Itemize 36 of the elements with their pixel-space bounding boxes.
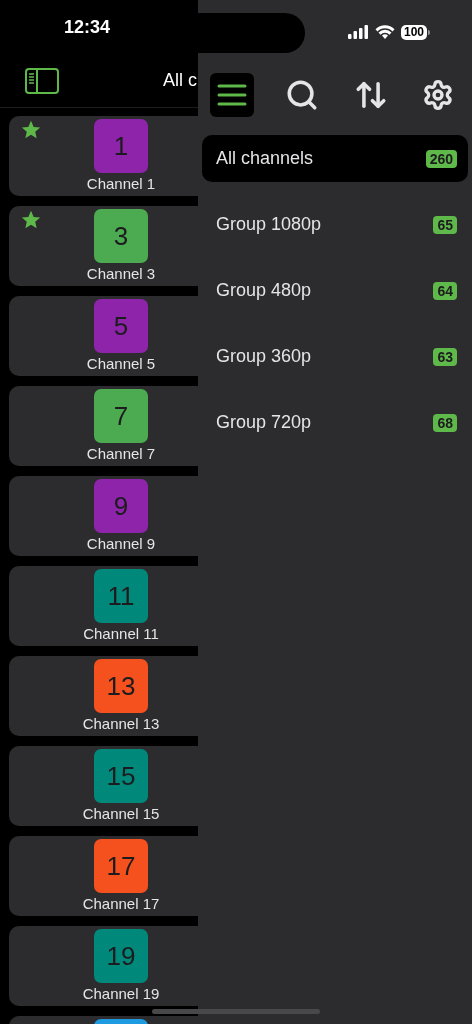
channel-number: 11 <box>107 583 135 609</box>
channel-number: 17 <box>106 853 136 879</box>
settings-icon[interactable] <box>422 79 454 111</box>
channel-number: 15 <box>106 763 136 789</box>
count-badge: 63 <box>433 347 457 366</box>
channel-name: Channel 3 <box>86 264 156 284</box>
sidebar-toggle-icon[interactable] <box>25 67 59 94</box>
channel-number: 13 <box>106 673 136 699</box>
channel-name: Channel 15 <box>82 804 160 824</box>
group-item[interactable]: All channels 260 <box>202 135 468 182</box>
channel-name: Channel 7 <box>86 444 156 464</box>
menu-icon <box>217 83 247 107</box>
channel-name: Channel 13 <box>82 714 160 734</box>
wifi-icon <box>374 24 395 40</box>
search-icon[interactable] <box>285 78 319 112</box>
channel-number: 3 <box>113 223 129 249</box>
channel-name: Channel 1 <box>86 174 156 194</box>
signal-icon <box>346 25 369 39</box>
channel-number: 7 <box>113 403 129 429</box>
battery-icon: 100 <box>400 24 430 40</box>
count-badge: 65 <box>433 215 457 234</box>
channel-name: Channel 5 <box>86 354 156 374</box>
menu-button[interactable] <box>210 73 254 117</box>
status-time: 12:34 <box>64 15 111 39</box>
channel-name: Channel 17 <box>82 894 160 914</box>
count-badge: 68 <box>433 413 457 432</box>
count-badge: 260 <box>425 149 457 168</box>
channel-name: Channel 9 <box>86 534 156 554</box>
channel-name: Channel 11 <box>83 624 159 644</box>
header-title: All c <box>163 69 197 92</box>
channel-name: Channel 19 <box>82 984 160 1004</box>
count-badge: 64 <box>433 281 457 300</box>
channel-number: 5 <box>113 313 129 339</box>
channel-number: 1 <box>113 133 129 159</box>
channel-number: 19 <box>106 943 136 969</box>
channel-number: 9 <box>113 493 129 519</box>
